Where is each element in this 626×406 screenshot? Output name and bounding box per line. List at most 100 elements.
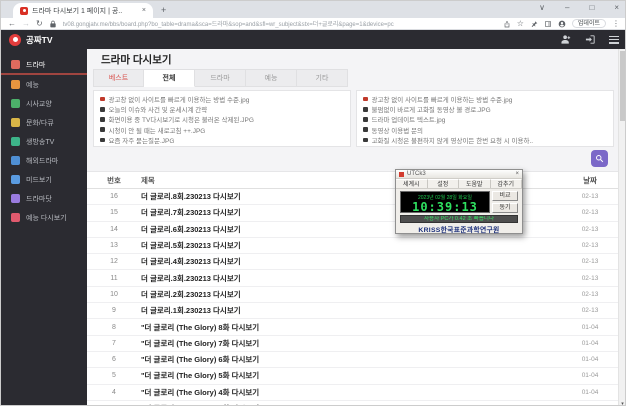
notice-item[interactable]: 시청이 안 될 때는 새로고침 ++.JPG xyxy=(100,125,344,135)
utck-menu-button[interactable]: 설정 xyxy=(428,179,460,188)
table-row[interactable]: 14 더 글로리.6회.230213 다시보기 02-13 xyxy=(87,222,620,238)
notice-item[interactable]: 동영상 이용법 문의 xyxy=(363,125,607,135)
table-row[interactable]: 5 "더 글로리 (The Glory) 5화 다시보기 01-04 xyxy=(87,368,620,384)
notice-item[interactable]: 요즘 자주 묻는질문.JPG xyxy=(100,135,344,145)
table-row[interactable]: 4 "더 글로리 (The Glory) 4화 다시보기 01-04 xyxy=(87,385,620,401)
episode-link[interactable]: "더 글로리 (The Glory) 5화 다시보기 xyxy=(129,370,570,381)
notice-item[interactable]: 광고창 없이 사이트를 빠르게 이용하는 방법 수준.jpg xyxy=(363,94,607,104)
sidebar-item[interactable]: 해외드라마 xyxy=(1,151,87,170)
row-number: 11 xyxy=(99,275,129,282)
episode-link[interactable]: 더 글로리.1회.230213 다시보기 xyxy=(129,305,570,316)
table-row[interactable]: 15 더 글로리.7회.230213 다시보기 02-13 xyxy=(87,205,620,221)
utck-titlebar[interactable]: UTCk3 × xyxy=(396,170,522,179)
browser-tab[interactable]: 드라마 다시보기 1 페이지 | 공.. × xyxy=(13,3,153,18)
table-row[interactable]: 11 더 글로리.3회.230213 다시보기 02-13 xyxy=(87,270,620,286)
table-row[interactable]: 13 더 글로리.5회.230213 다시보기 02-13 xyxy=(87,238,620,254)
utck-menu-button[interactable]: 도움말 xyxy=(459,179,491,188)
table-row[interactable]: 6 "더 글로리 (The Glory) 6화 다시보기 01-04 xyxy=(87,352,620,368)
episode-link[interactable]: 더 글로리.2회.230213 다시보기 xyxy=(129,289,570,300)
sidebar-item-label: 드라마닷 xyxy=(26,194,52,204)
minimize-icon[interactable]: – xyxy=(565,3,569,12)
padlock-icon[interactable] xyxy=(49,20,57,28)
scrollbar-thumb[interactable] xyxy=(620,51,625,121)
episode-link[interactable]: "더 글로리 (The Glory) 6화 다시보기 xyxy=(129,354,570,365)
back-icon[interactable]: ← xyxy=(8,19,16,29)
row-date: 02-13 xyxy=(570,258,610,265)
sidebar-item-label: 미드보기 xyxy=(26,175,52,185)
episode-link[interactable]: "더 글로리 (The Glory) 4화 다시보기 xyxy=(129,387,570,398)
board-tab[interactable]: 예능 xyxy=(246,69,297,87)
browser-toolbar: ← → ↻ tv08.gongjatv.me/bbs/board.php?bo_… xyxy=(1,18,626,30)
site-logo-text[interactable]: 공짜TV xyxy=(26,34,53,46)
episode-link[interactable]: 더 글로리.5회.230213 다시보기 xyxy=(129,240,570,251)
table-row[interactable]: 9 더 글로리.1회.230213 다시보기 02-13 xyxy=(87,303,620,319)
login-icon[interactable] xyxy=(585,34,596,45)
reload-icon[interactable]: ↻ xyxy=(36,19,43,29)
sidebar-item[interactable]: 드라마 xyxy=(1,56,87,75)
episode-link[interactable]: 더 글로리.3회.230213 다시보기 xyxy=(129,273,570,284)
sidebar-item[interactable]: 생방송TV xyxy=(1,132,87,151)
episode-link[interactable]: "더 글로리 (The Glory) 7화 다시보기 xyxy=(129,338,570,349)
sidebar: 드라마 예능 시사교양 문화/다큐 생방송TV xyxy=(1,49,87,406)
utck-close-icon[interactable]: × xyxy=(515,171,519,177)
sidebar-item[interactable]: 드라마닷 xyxy=(1,189,87,208)
notice-item[interactable]: 불펌없이 바르게 고화질 동영상 볼 경로.JPG xyxy=(363,104,607,114)
tab-close-icon[interactable]: × xyxy=(142,7,146,14)
utck-sync-button[interactable]: 동기 xyxy=(492,203,518,213)
notice-item[interactable]: 화면이용 중 TV다시보기로 시청은 불러온 삭제된.JPG xyxy=(100,114,344,124)
row-date: 02-13 xyxy=(570,291,610,298)
search-button[interactable] xyxy=(591,150,608,167)
extension-pin-icon[interactable] xyxy=(530,20,538,28)
board-tab[interactable]: 전체 xyxy=(144,69,195,87)
profile-avatar-icon[interactable] xyxy=(558,20,566,28)
notice-item[interactable]: 고화질 시청은 불편하지 않게 영상이든 한번 요청 시 이용하.. xyxy=(363,135,607,145)
table-row[interactable]: 10 더 글로리.2회.230213 다시보기 02-13 xyxy=(87,287,620,303)
notice-item[interactable]: 광고창 없이 사이트를 빠르게 이용하는 방법 수준.jpg xyxy=(100,94,344,104)
menu-hamburger-icon[interactable] xyxy=(609,36,619,44)
row-date: 02-13 xyxy=(570,193,610,200)
utck-window[interactable]: UTCk3 × 세계시 설정 도움말 감추기 2023년 02월 28일 화요일… xyxy=(395,169,523,234)
tab-search-icon[interactable]: ∨ xyxy=(539,3,545,12)
site-logo-icon[interactable] xyxy=(9,34,21,46)
episode-link[interactable]: "더 글로리 (The Glory) 8화 다시보기 xyxy=(129,322,570,333)
board-tab[interactable]: 기타 xyxy=(297,69,348,87)
row-date: 02-13 xyxy=(570,242,610,249)
table-row[interactable]: 12 더 글로리.4회.230213 다시보기 02-13 xyxy=(87,254,620,270)
forward-icon: → xyxy=(22,19,30,29)
table-row[interactable]: 7 "더 글로리 (The Glory) 7화 다시보기 01-04 xyxy=(87,336,620,352)
side-panel-icon[interactable] xyxy=(544,20,552,28)
page-scrollbar[interactable]: ▾ xyxy=(618,49,625,406)
category-icon xyxy=(11,156,20,165)
site-favicon xyxy=(20,7,28,15)
browser-menu-icon[interactable]: ⋮ xyxy=(612,19,620,28)
sidebar-item[interactable]: 예능 다시보기 xyxy=(1,208,87,227)
bookmark-star-icon[interactable]: ☆ xyxy=(517,19,524,29)
sidebar-item[interactable]: 미드보기 xyxy=(1,170,87,189)
utck-compare-button[interactable]: 비교 xyxy=(492,191,518,201)
maximize-icon[interactable]: □ xyxy=(589,3,594,12)
notice-panel-left: 광고창 없이 사이트를 빠르게 이용하는 방법 수준.jpg 오늘의 이슈와 사… xyxy=(93,90,351,147)
table-row[interactable]: 16 더 글로리.8회.230213 다시보기 02-13 xyxy=(87,189,620,205)
sidebar-item[interactable]: 예능 xyxy=(1,75,87,94)
notice-item[interactable]: 오늘의 이슈와 사건 및 운세시계 간략 xyxy=(100,104,344,114)
chrome-update-button[interactable]: 업데이트 xyxy=(572,19,606,28)
column-date: 날짜 xyxy=(570,175,610,186)
board-tab[interactable]: 드라마 xyxy=(195,69,246,87)
scroll-down-icon[interactable]: ▾ xyxy=(619,401,626,406)
sidebar-item-label: 시사교양 xyxy=(26,99,52,109)
table-row[interactable]: 8 "더 글로리 (The Glory) 8화 다시보기 01-04 xyxy=(87,319,620,335)
tab-label: 드라마 xyxy=(210,73,229,83)
window-close-icon[interactable]: × xyxy=(614,3,619,12)
board-tab[interactable]: 베스트 xyxy=(93,69,144,87)
new-tab-button[interactable]: + xyxy=(161,6,166,15)
notice-item[interactable]: 드라마 업데이트 텍스트.jpg xyxy=(363,114,607,124)
address-bar[interactable]: tv08.gongjatv.me/bbs/board.php?bo_table=… xyxy=(63,19,497,28)
share-icon[interactable] xyxy=(503,20,511,28)
episode-link[interactable]: 더 글로리.4회.230213 다시보기 xyxy=(129,256,570,267)
table-row[interactable]: 3 "더 글로리 (The Glory) 3화 다시보기 01-04 xyxy=(87,401,620,406)
utck-menu-button[interactable]: 세계시 xyxy=(396,179,428,188)
utck-menu-button[interactable]: 감추기 xyxy=(491,179,523,188)
sidebar-item[interactable]: 시사교양 xyxy=(1,94,87,113)
sidebar-item[interactable]: 문화/다큐 xyxy=(1,113,87,132)
register-icon[interactable] xyxy=(561,34,572,45)
